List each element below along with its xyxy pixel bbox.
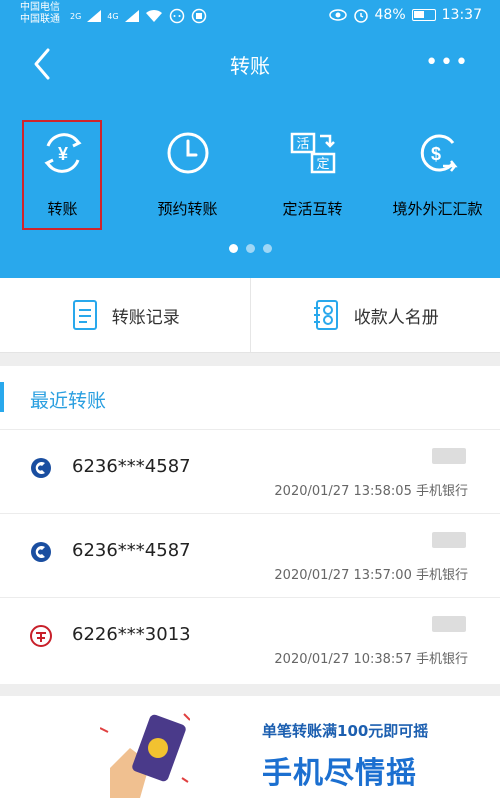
page-dot-1[interactable]: [229, 244, 238, 253]
quick-scheduled-transfer[interactable]: 预约转账: [125, 118, 250, 228]
app-notify-icon: [191, 8, 206, 24]
quick-fixed-current[interactable]: 活 定 定活互转: [250, 118, 375, 228]
status-bar: 中国电信 中国联通 2G 4G 48% 13:37: [0, 0, 500, 32]
chat-icon: [169, 8, 184, 24]
hand-phone-icon: [100, 713, 190, 798]
carrier-1: 中国电信: [20, 2, 60, 13]
address-book-icon: [313, 300, 338, 330]
transfer-meta: 2020/01/27 10:38:57 手机银行: [274, 652, 468, 667]
quick-overseas-remittance[interactable]: $ 境外外汇汇款: [375, 118, 500, 228]
blurred-name: [432, 616, 466, 632]
promo-title: 手机尽情摇: [262, 756, 417, 791]
quick-overseas-label: 境外外汇汇款: [392, 200, 483, 218]
quick-fixed-current-label: 定活互转: [282, 200, 343, 218]
account-number: 6236***4587: [72, 456, 191, 477]
transfer-records-label: 转账记录: [111, 307, 180, 328]
account-number: 6236***4587: [72, 540, 191, 561]
eye-icon: [328, 9, 347, 21]
battery-percent: 48%: [374, 7, 406, 23]
status-right: 48% 13:37: [328, 7, 482, 23]
section-accent-bar: [0, 382, 4, 412]
document-icon: [72, 300, 97, 330]
recent-row[interactable]: 6226***3013 2020/01/27 10:38:57 手机银行: [0, 598, 500, 682]
ccb-bank-icon: [31, 542, 51, 562]
signal-icon: [87, 10, 102, 22]
clock-icon: [167, 132, 208, 174]
signal-icon-2: [124, 10, 139, 22]
action-bar: 转账记录 收款人名册: [0, 278, 500, 353]
wifi-icon: [145, 9, 162, 22]
recent-row[interactable]: 6236***4587 2020/01/27 13:58:05 手机银行: [0, 430, 500, 514]
payee-list-label: 收款人名册: [353, 307, 439, 328]
page-dot-3[interactable]: [263, 244, 272, 253]
fixed-current-icon-text-1: 活: [296, 137, 309, 152]
dollar-globe-icon: $: [420, 134, 458, 172]
transfer-meta: 2020/01/27 13:57:00 手机银行: [274, 568, 468, 583]
quick-actions: ¥ 转账 预约转账 活 定 定活互转 $ 境外外汇汇款: [0, 118, 500, 236]
recent-header: 最近转账: [0, 366, 500, 430]
carrier-2: 中国联通: [20, 14, 60, 25]
clock-time: 13:37: [441, 7, 482, 23]
page-dot-2[interactable]: [246, 244, 255, 253]
recent-row[interactable]: 6236***4587 2020/01/27 13:57:00 手机银行: [0, 514, 500, 598]
fixed-current-icon-text-2: 定: [316, 157, 329, 172]
recent-title: 最近转账: [30, 390, 107, 412]
page-indicator: [229, 244, 272, 253]
alarm-icon: [353, 9, 368, 23]
promo-subtitle: 单笔转账满100元即可摇: [262, 722, 429, 740]
net-type-2: 4G: [107, 11, 119, 21]
signal-group: 2G 4G: [70, 8, 207, 24]
payee-list-button[interactable]: 收款人名册: [249, 278, 500, 352]
transfer-meta: 2020/01/27 13:58:05 手机银行: [274, 484, 468, 499]
more-menu-icon[interactable]: •••: [425, 50, 470, 75]
net-type-1: 2G: [70, 11, 82, 21]
selected-highlight-box: [22, 120, 102, 230]
title-bar: 转账 •••: [0, 32, 500, 96]
recent-transfers: 最近转账 6236***4587 2020/01/27 13:58:05 手机银…: [0, 366, 500, 684]
battery-icon: [411, 9, 436, 21]
promo-banner[interactable]: 单笔转账满100元即可摇 手机尽情摇: [0, 696, 500, 800]
blurred-name: [432, 532, 466, 548]
account-number: 6226***3013: [72, 624, 191, 645]
citic-bank-icon: [30, 625, 52, 647]
fixed-current-icon: 活 定: [290, 132, 335, 174]
carrier-info: 中国电信 中国联通: [20, 2, 60, 26]
transfer-records-button[interactable]: 转账记录: [0, 278, 250, 352]
quick-scheduled-label: 预约转账: [157, 200, 218, 218]
blurred-name: [432, 448, 466, 464]
ccb-bank-icon: [31, 458, 51, 478]
svg-text:$: $: [430, 144, 440, 164]
